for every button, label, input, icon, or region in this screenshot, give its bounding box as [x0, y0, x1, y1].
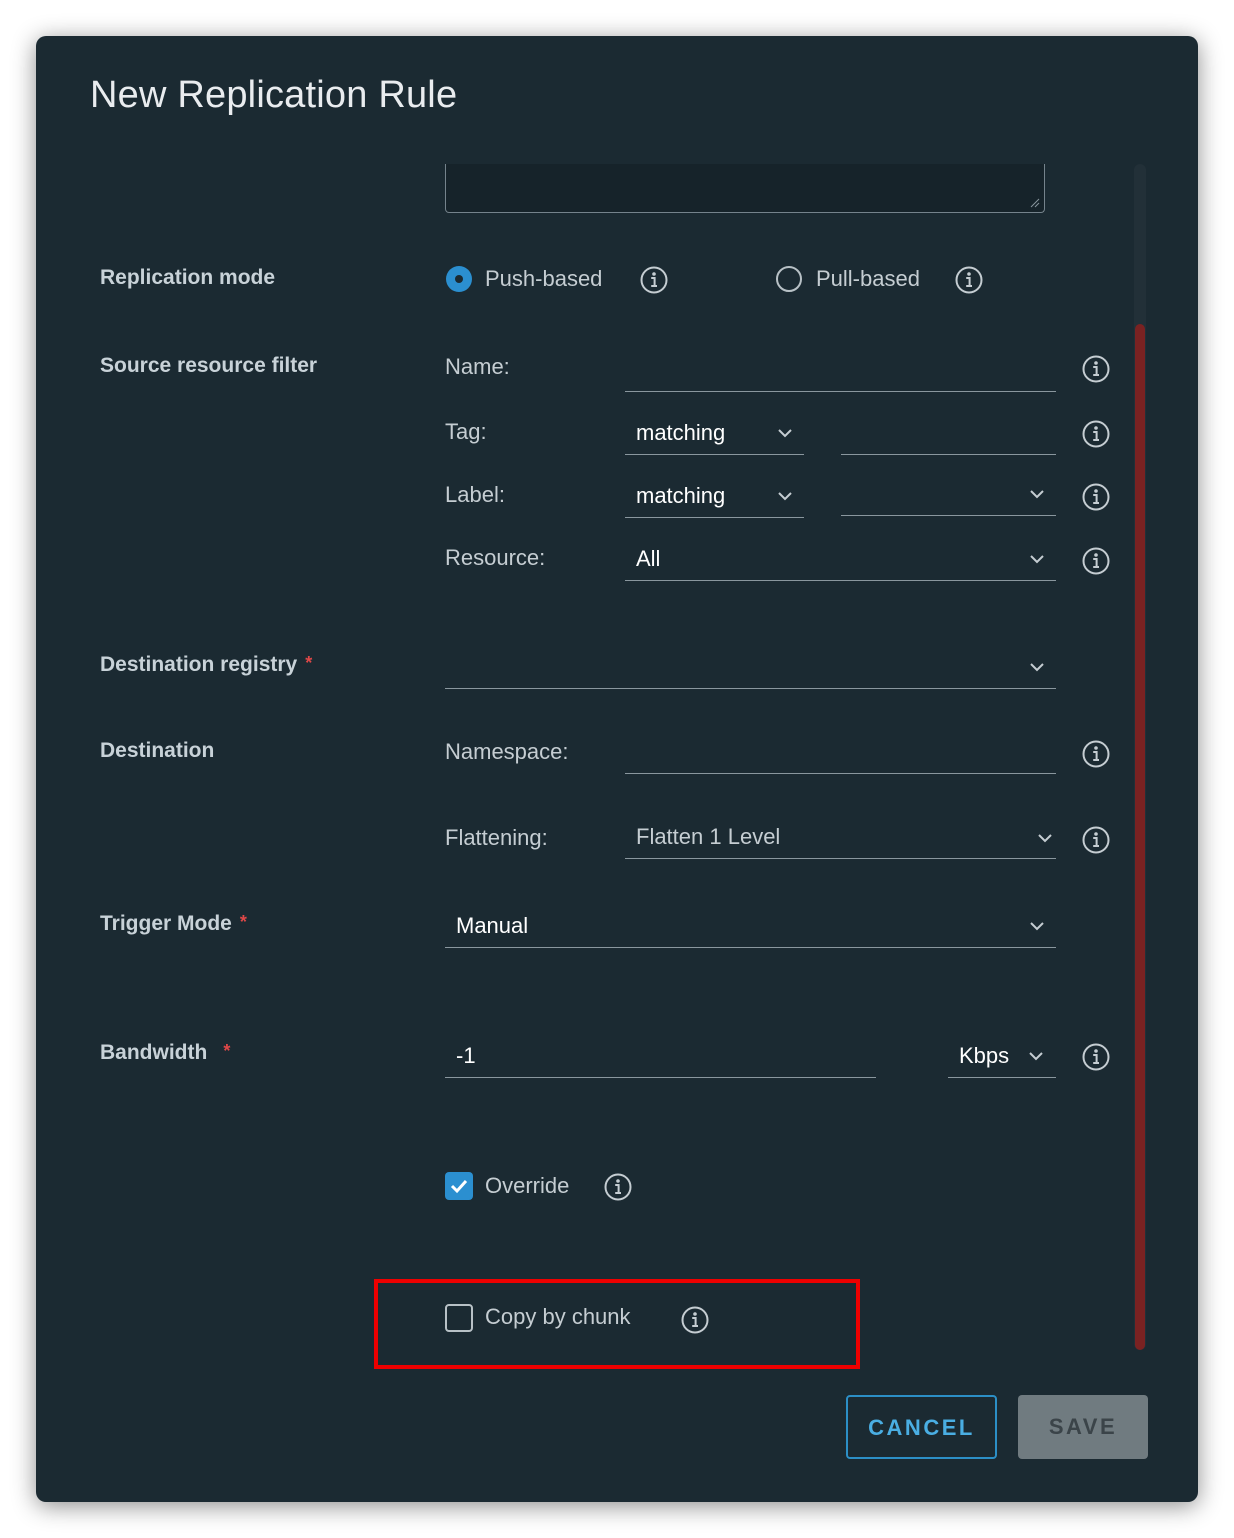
bandwidth-label: Bandwidth *	[100, 1041, 231, 1064]
namespace-info-icon[interactable]	[1081, 739, 1111, 769]
pull-based-label[interactable]: Pull-based	[816, 266, 920, 292]
chevron-down-icon	[1030, 663, 1044, 672]
replication-rule-dialog: New Replication Rule Replication mode Pu…	[36, 36, 1198, 1502]
filter-resource-info-icon[interactable]	[1081, 546, 1111, 576]
source-filter-label: Source resource filter	[100, 354, 318, 377]
bandwidth-unit-select[interactable]: Kbps	[948, 1037, 1056, 1078]
filter-tag-info-icon[interactable]	[1081, 419, 1111, 449]
namespace-label: Namespace:	[445, 739, 569, 764]
resource-select[interactable]: All	[625, 540, 1056, 581]
save-button[interactable]: SAVE	[1018, 1395, 1148, 1459]
flattening-select[interactable]: Flatten 1 Level	[625, 818, 1056, 859]
chevron-down-icon	[778, 429, 792, 438]
replication-mode-label: Replication mode	[100, 266, 276, 289]
copy-by-chunk-highlight	[374, 1279, 860, 1369]
filter-label-info-icon[interactable]	[1081, 482, 1111, 512]
filter-tag-label: Tag:	[445, 419, 487, 444]
chevron-down-icon	[1030, 922, 1044, 931]
chevron-down-icon	[1030, 490, 1044, 499]
trigger-mode-label: Trigger Mode *	[100, 912, 247, 935]
label-mode-select[interactable]: matching	[625, 477, 804, 518]
filter-label-label: Label:	[445, 482, 505, 507]
checkmark-icon	[450, 1179, 468, 1194]
filter-name-input[interactable]	[625, 351, 1056, 392]
filter-resource-label: Resource:	[445, 545, 546, 570]
push-based-info-icon[interactable]	[639, 265, 669, 295]
bandwidth-info-icon[interactable]	[1081, 1042, 1111, 1072]
label-value-select[interactable]	[841, 475, 1056, 516]
cancel-button[interactable]: CANCEL	[846, 1395, 997, 1459]
chevron-down-icon	[1038, 834, 1052, 843]
override-checkbox[interactable]	[445, 1172, 473, 1200]
override-info-icon[interactable]	[603, 1172, 633, 1202]
push-based-radio[interactable]	[446, 266, 472, 292]
required-marker: *	[305, 653, 313, 673]
bandwidth-input[interactable]: -1	[445, 1037, 876, 1078]
filter-name-info-icon[interactable]	[1081, 354, 1111, 384]
pull-based-info-icon[interactable]	[954, 265, 984, 295]
required-marker: *	[239, 912, 247, 932]
flattening-label: Flattening:	[445, 825, 548, 850]
resize-grip-icon[interactable]	[1030, 198, 1040, 208]
destination-label: Destination	[100, 739, 215, 762]
filter-name-label: Name:	[445, 354, 510, 379]
destination-registry-select[interactable]	[445, 648, 1056, 689]
trigger-mode-select[interactable]: Manual	[445, 907, 1056, 948]
tag-mode-select[interactable]: matching	[625, 414, 804, 455]
namespace-input[interactable]	[625, 733, 1056, 774]
form-scrollbar-thumb[interactable]	[1135, 324, 1145, 1350]
description-textarea[interactable]	[445, 164, 1045, 213]
override-label[interactable]: Override	[485, 1173, 569, 1199]
destination-registry-label: Destination registry *	[100, 653, 313, 676]
flattening-info-icon[interactable]	[1081, 825, 1111, 855]
pull-based-radio[interactable]	[776, 266, 802, 292]
push-based-label[interactable]: Push-based	[485, 266, 602, 292]
chevron-down-icon	[778, 492, 792, 501]
chevron-down-icon	[1029, 1052, 1043, 1061]
dialog-title: New Replication Rule	[90, 74, 458, 116]
chevron-down-icon	[1030, 555, 1044, 564]
tag-value-input[interactable]	[841, 414, 1056, 455]
required-marker: *	[223, 1041, 231, 1061]
